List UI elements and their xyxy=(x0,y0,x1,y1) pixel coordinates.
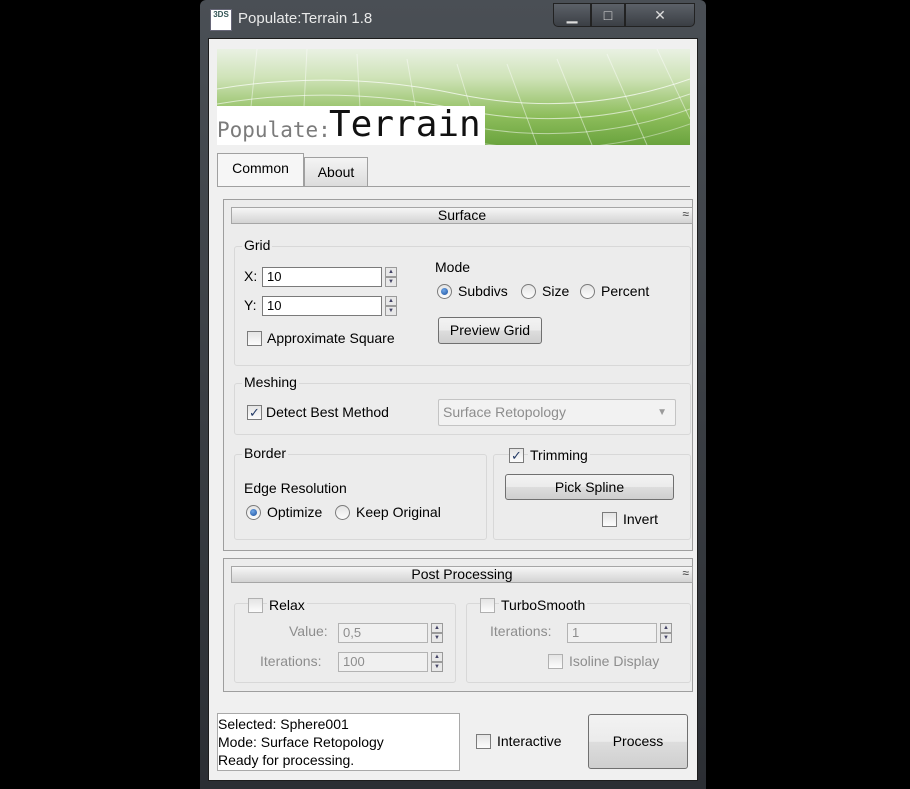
minimize-button[interactable]: ▁ xyxy=(553,3,591,27)
turbosmooth-label: TurboSmooth xyxy=(499,597,588,613)
maximize-button[interactable]: □ xyxy=(591,3,625,27)
collapse-chevron-icon[interactable]: ≈ xyxy=(682,207,689,222)
post-processing-rollout: Post Processing ≈ Relax Value: 0,5 ▲ ▼ I… xyxy=(223,558,693,692)
surface-header-label: Surface xyxy=(437,207,487,223)
relax-value-label: Value: xyxy=(289,623,328,639)
interactive-checkbox[interactable] xyxy=(476,734,491,749)
banner-word-terrain: Terrain xyxy=(329,104,481,145)
status-line-mode: Mode: Surface Retopology xyxy=(218,734,384,750)
invert-checkbox[interactable] xyxy=(602,512,617,527)
invert-label: Invert xyxy=(623,511,659,527)
status-panel: Selected: Sphere001 Mode: Surface Retopo… xyxy=(217,713,460,771)
meshing-method-select[interactable]: Surface Retopology ▼ xyxy=(438,399,676,426)
mode-subdivs-radio[interactable] xyxy=(437,284,452,299)
grid-x-spinner[interactable]: ▲ ▼ xyxy=(385,267,397,287)
edge-optimize-label: Optimize xyxy=(267,504,323,520)
title-bar[interactable]: 3DS Populate:Terrain 1.8 ▁ □ ✕ xyxy=(200,0,706,38)
edge-keep-original-label: Keep Original xyxy=(356,504,441,520)
status-line-ready: Ready for processing. xyxy=(218,752,355,768)
border-group-label: Border xyxy=(242,445,289,461)
status-line-selected: Selected: Sphere001 xyxy=(218,716,349,732)
banner-image: Populate: Terrain xyxy=(217,49,690,145)
spinner-down-icon[interactable]: ▼ xyxy=(431,662,443,672)
relax-label: Relax xyxy=(267,597,307,613)
trimming-label: Trimming xyxy=(528,447,590,463)
grid-y-spinner[interactable]: ▲ ▼ xyxy=(385,296,397,316)
preview-grid-button[interactable]: Preview Grid xyxy=(438,317,542,344)
spinner-down-icon[interactable]: ▼ xyxy=(660,633,672,643)
collapse-chevron-icon[interactable]: ≈ xyxy=(682,566,689,581)
spinner-up-icon[interactable]: ▲ xyxy=(431,623,443,633)
edge-resolution-label: Edge Resolution xyxy=(244,480,347,496)
relax-iterations-input[interactable]: 100 xyxy=(338,652,428,672)
mode-size-label: Size xyxy=(542,283,570,299)
close-button[interactable]: ✕ xyxy=(625,3,695,27)
approx-square-label: Approximate Square xyxy=(267,330,395,346)
approx-square-checkbox[interactable] xyxy=(247,331,262,346)
detect-best-method-label: Detect Best Method xyxy=(266,404,389,420)
turbosmooth-iterations-spinner[interactable]: ▲ ▼ xyxy=(660,623,672,643)
tab-common[interactable]: Common xyxy=(217,153,304,186)
spinner-down-icon[interactable]: ▼ xyxy=(385,306,397,316)
mode-percent-radio[interactable] xyxy=(580,284,595,299)
turbosmooth-iterations-input[interactable]: 1 xyxy=(567,623,657,643)
spinner-up-icon[interactable]: ▲ xyxy=(660,623,672,633)
process-button[interactable]: Process xyxy=(588,714,688,769)
banner-word-populate: Populate: xyxy=(217,118,331,142)
relax-value-spinner[interactable]: ▲ ▼ xyxy=(431,623,443,643)
edge-optimize-radio[interactable] xyxy=(246,505,261,520)
grid-y-label: Y: xyxy=(244,297,257,313)
mode-subdivs-label: Subdivs xyxy=(458,283,508,299)
mode-percent-label: Percent xyxy=(601,283,650,299)
spinner-up-icon[interactable]: ▲ xyxy=(385,267,397,277)
dialog-client-area: Populate: Terrain Common About Surface ≈… xyxy=(208,38,698,781)
grid-x-input[interactable]: 10 xyxy=(262,267,382,287)
spinner-down-icon[interactable]: ▼ xyxy=(431,633,443,643)
post-processing-header-label: Post Processing xyxy=(411,566,513,582)
tab-about[interactable]: About xyxy=(304,157,368,186)
tab-divider xyxy=(217,186,690,187)
grid-x-label: X: xyxy=(244,268,258,284)
grid-group-label: Grid xyxy=(242,237,273,253)
chevron-down-icon: ▼ xyxy=(657,407,667,418)
isoline-display-checkbox[interactable] xyxy=(548,654,563,669)
relax-value-input[interactable]: 0,5 xyxy=(338,623,428,643)
banner-logo: Populate: Terrain xyxy=(217,104,485,145)
spinner-down-icon[interactable]: ▼ xyxy=(385,277,397,287)
app-window: 3DS Populate:Terrain 1.8 ▁ □ ✕ Populate:… xyxy=(200,0,706,789)
relax-iterations-spinner[interactable]: ▲ ▼ xyxy=(431,652,443,672)
post-processing-rollout-header[interactable]: Post Processing ≈ xyxy=(231,566,693,583)
isoline-display-label: Isoline Display xyxy=(569,653,660,669)
edge-keep-original-radio[interactable] xyxy=(335,505,350,520)
trimming-checkbox[interactable]: ✓ xyxy=(509,448,524,463)
window-title: Populate:Terrain 1.8 xyxy=(238,10,373,27)
surface-rollout-header[interactable]: Surface ≈ xyxy=(231,207,693,224)
spinner-up-icon[interactable]: ▲ xyxy=(385,296,397,306)
grid-y-input[interactable]: 10 xyxy=(262,296,382,316)
interactive-label: Interactive xyxy=(497,733,562,749)
relax-iterations-label: Iterations: xyxy=(260,653,322,669)
mode-label: Mode xyxy=(435,259,471,275)
turbosmooth-iterations-label: Iterations: xyxy=(490,623,552,639)
pick-spline-button[interactable]: Pick Spline xyxy=(505,474,674,500)
spinner-up-icon[interactable]: ▲ xyxy=(431,652,443,662)
meshing-group-label: Meshing xyxy=(242,374,299,390)
detect-best-method-checkbox[interactable]: ✓ xyxy=(247,405,262,420)
mode-size-radio[interactable] xyxy=(521,284,536,299)
surface-rollout: Surface ≈ Grid X: 10 ▲ ▼ Y: 10 ▲ ▼ Appro… xyxy=(223,199,693,551)
meshing-method-value: Surface Retopology xyxy=(443,404,566,420)
app-icon: 3DS xyxy=(210,9,232,31)
turbosmooth-group xyxy=(466,603,691,683)
turbosmooth-checkbox[interactable] xyxy=(480,598,495,613)
relax-checkbox[interactable] xyxy=(248,598,263,613)
border-group xyxy=(234,454,487,540)
